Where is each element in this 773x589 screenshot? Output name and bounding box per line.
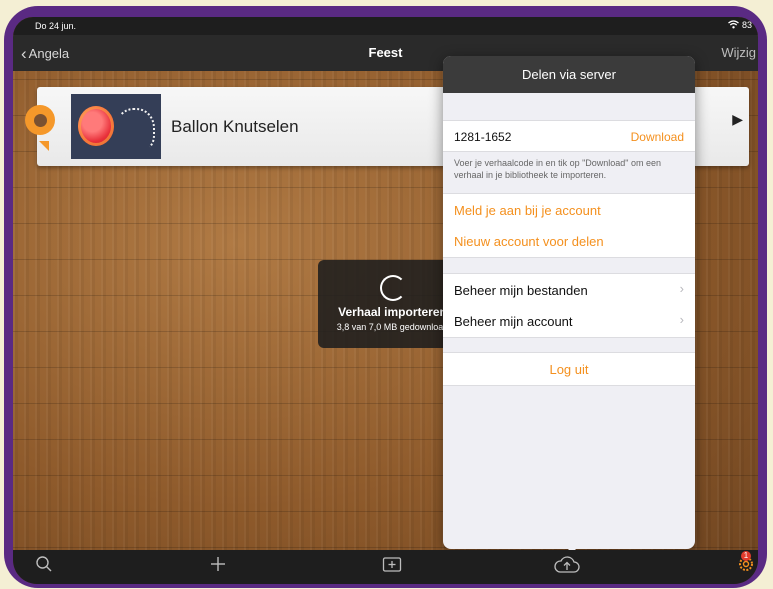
status-indicators: 83 (728, 20, 752, 30)
logout-row[interactable]: Log uit (443, 352, 695, 386)
manage-account-row[interactable]: Beheer mijn account › (443, 305, 695, 338)
popover-title: Delen via server (443, 56, 695, 93)
manage-files-label: Beheer mijn bestanden (454, 283, 588, 298)
chevron-right-icon: › (679, 312, 684, 327)
cloud-upload-icon[interactable] (554, 555, 580, 580)
download-button[interactable]: Download (631, 130, 684, 144)
chevron-right-icon[interactable]: ▶ (732, 111, 743, 128)
new-account-link[interactable]: Nieuw account voor delen (454, 234, 604, 249)
story-code-row: 1281-1652 Download (443, 120, 695, 152)
battery-level: 83 (741, 20, 752, 30)
manage-files-row[interactable]: Beheer mijn bestanden › (443, 273, 695, 307)
login-link[interactable]: Meld je aan bij je account (454, 203, 601, 218)
story-tag-tail (29, 141, 49, 151)
status-bar: Do 24 jun. 83 (13, 17, 758, 35)
logout-button[interactable]: Log uit (443, 362, 695, 377)
settings-badge: 1 (741, 551, 751, 561)
edit-button[interactable]: Wijzig (721, 45, 756, 60)
new-account-row[interactable]: Nieuw account voor delen (443, 225, 695, 258)
bottom-toolbar (13, 550, 758, 584)
activity-spinner-icon (380, 275, 406, 301)
download-hint: Voer je verhaalcode in en tik op "Downlo… (454, 158, 662, 180)
story-title: Ballon Knutselen (171, 117, 299, 136)
new-folder-icon[interactable] (382, 555, 402, 578)
story-thumbnail (71, 94, 161, 159)
wifi-icon (728, 20, 740, 29)
story-tag-icon (25, 105, 55, 135)
story-code-input[interactable]: 1281-1652 (454, 130, 511, 144)
plus-icon[interactable] (209, 555, 227, 578)
login-row[interactable]: Meld je aan bij je account (443, 193, 695, 227)
balloon-image (78, 106, 114, 146)
manage-account-label: Beheer mijn account (454, 314, 573, 329)
search-icon[interactable] (35, 555, 53, 578)
app-screen: Do 24 jun. 83 ‹ Angela Feest Wijzig Ballo… (13, 17, 758, 584)
share-via-server-popover: Delen via server 1281-1652 Download Voer… (443, 56, 695, 549)
status-time: Do 24 jun. (35, 21, 77, 31)
chevron-right-icon: › (679, 281, 684, 296)
